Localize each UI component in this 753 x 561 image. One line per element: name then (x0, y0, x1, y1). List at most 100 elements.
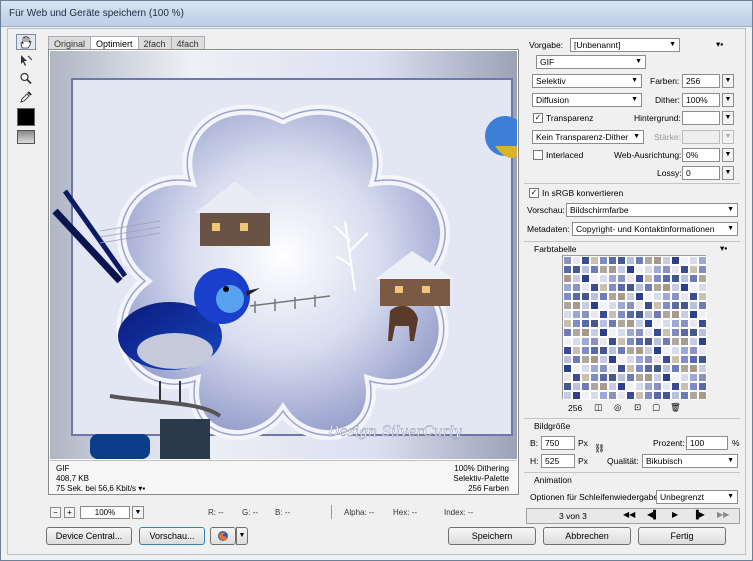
color-table-swatch[interactable] (581, 310, 590, 319)
color-table-swatch[interactable] (626, 265, 635, 274)
color-table-swatch[interactable] (689, 364, 698, 373)
color-table-swatch[interactable] (563, 328, 572, 337)
color-table-swatch[interactable] (653, 319, 662, 328)
color-table-swatch[interactable] (635, 382, 644, 391)
dither-field[interactable]: 100% (682, 93, 720, 107)
color-table-swatch[interactable] (698, 355, 707, 364)
color-table-swatch[interactable] (617, 346, 626, 355)
color-table-swatch[interactable] (662, 355, 671, 364)
color-table-swatch[interactable] (581, 328, 590, 337)
color-table-swatch[interactable] (680, 292, 689, 301)
color-table-swatch[interactable] (617, 274, 626, 283)
color-table-swatch[interactable] (689, 373, 698, 382)
color-table-swatch[interactable] (599, 346, 608, 355)
color-table-swatch[interactable] (581, 382, 590, 391)
preview-image[interactable]: Design SilverCurly (50, 51, 517, 459)
format-select[interactable]: GIF ▼ (536, 55, 646, 69)
delete-color-icon[interactable]: 🗑 (670, 402, 681, 413)
color-table-swatch[interactable] (644, 319, 653, 328)
color-table-swatch[interactable] (644, 292, 653, 301)
color-table-swatch[interactable] (644, 346, 653, 355)
color-table-swatch[interactable] (590, 391, 599, 400)
color-table-swatch[interactable] (644, 355, 653, 364)
color-table-swatch[interactable] (671, 301, 680, 310)
color-table-swatch[interactable] (590, 382, 599, 391)
color-table-swatch[interactable] (563, 310, 572, 319)
color-table-swatch[interactable] (698, 292, 707, 301)
color-table-swatch[interactable] (563, 391, 572, 400)
color-table-swatch[interactable] (581, 274, 590, 283)
color-table-swatch[interactable] (680, 265, 689, 274)
zoom-out-button[interactable]: − (50, 507, 61, 518)
color-table-swatch[interactable] (572, 355, 581, 364)
color-table-swatch[interactable] (680, 346, 689, 355)
download-menu-icon[interactable]: ▾▪ (138, 484, 145, 493)
color-table-swatch[interactable] (608, 355, 617, 364)
color-table-swatch[interactable] (608, 301, 617, 310)
color-table-swatch[interactable] (653, 310, 662, 319)
color-table-swatch[interactable] (608, 310, 617, 319)
interlaced-checkbox[interactable] (533, 150, 543, 160)
color-table-swatch[interactable] (680, 256, 689, 265)
color-table-swatch[interactable] (590, 337, 599, 346)
color-table-swatch[interactable] (608, 256, 617, 265)
color-table-swatch[interactable] (617, 391, 626, 400)
color-table-swatch[interactable] (671, 265, 680, 274)
color-table-swatch[interactable] (626, 355, 635, 364)
color-table-swatch[interactable] (608, 364, 617, 373)
color-table-swatch[interactable] (581, 346, 590, 355)
color-table-swatch[interactable] (653, 301, 662, 310)
color-table-grid[interactable] (562, 255, 707, 400)
color-table-swatch[interactable] (671, 256, 680, 265)
lossy-dropdown[interactable]: ▼ (722, 166, 734, 180)
color-table-swatch[interactable] (635, 391, 644, 400)
color-table-swatch[interactable] (689, 355, 698, 364)
color-table-swatch[interactable] (653, 382, 662, 391)
zoom-tool[interactable] (16, 70, 36, 86)
color-table-swatch[interactable] (680, 301, 689, 310)
color-table-swatch[interactable] (608, 292, 617, 301)
color-table-swatch[interactable] (680, 391, 689, 400)
color-table-swatch[interactable] (644, 373, 653, 382)
color-table-swatch[interactable] (626, 301, 635, 310)
color-table-swatch[interactable] (698, 382, 707, 391)
color-table-swatch[interactable] (698, 265, 707, 274)
color-table-swatch[interactable] (617, 310, 626, 319)
color-table-swatch[interactable] (572, 301, 581, 310)
color-table-swatch[interactable] (581, 283, 590, 292)
color-table-swatch[interactable] (680, 283, 689, 292)
color-table-swatch[interactable] (572, 265, 581, 274)
color-table-swatch[interactable] (689, 319, 698, 328)
color-table-swatch[interactable] (599, 364, 608, 373)
color-table-swatch[interactable] (617, 337, 626, 346)
color-table-swatch[interactable] (626, 256, 635, 265)
optimized-preview-pane[interactable]: Design SilverCurly GIF 408,7 KB 75 Sek. … (48, 49, 519, 495)
color-table-swatch[interactable] (662, 319, 671, 328)
color-table-swatch[interactable] (671, 382, 680, 391)
color-table-swatch[interactable] (608, 274, 617, 283)
color-table-swatch[interactable] (680, 364, 689, 373)
color-table-swatch[interactable] (572, 256, 581, 265)
color-table-swatch[interactable] (635, 355, 644, 364)
eyedropper-tool[interactable] (16, 88, 36, 104)
eyedropper-color-swatch[interactable] (17, 108, 35, 126)
device-central-button[interactable]: Device Central... (46, 527, 132, 545)
color-table-swatch[interactable] (617, 301, 626, 310)
color-table-swatch[interactable] (590, 310, 599, 319)
color-table-swatch[interactable] (590, 292, 599, 301)
color-table-swatch[interactable] (599, 274, 608, 283)
color-table-swatch[interactable] (608, 328, 617, 337)
color-table-swatch[interactable] (671, 283, 680, 292)
color-table-swatch[interactable] (635, 292, 644, 301)
color-table-swatch[interactable] (662, 346, 671, 355)
color-table-swatch[interactable] (635, 328, 644, 337)
color-table-swatch[interactable] (671, 310, 680, 319)
color-table-swatch[interactable] (581, 337, 590, 346)
color-table-swatch[interactable] (617, 256, 626, 265)
color-table-swatch[interactable] (617, 355, 626, 364)
transparency-dither-select[interactable]: Kein Transparenz-Dither ▼ (532, 130, 644, 144)
color-table-swatch[interactable] (635, 301, 644, 310)
color-table-swatch[interactable] (581, 373, 590, 382)
browser-preview-button[interactable] (210, 527, 236, 545)
color-table-swatch[interactable] (671, 373, 680, 382)
